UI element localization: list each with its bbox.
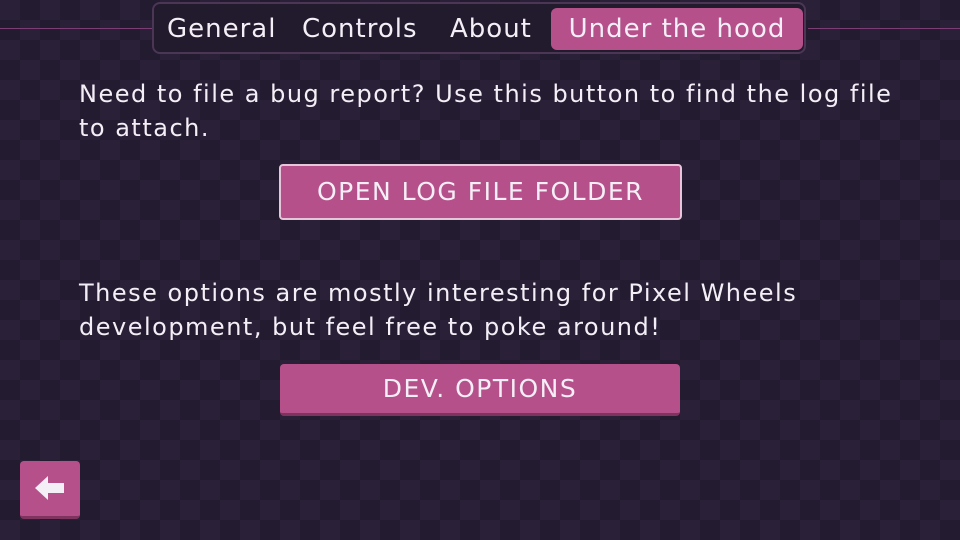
header-divider-left <box>0 28 152 29</box>
open-log-file-folder-button[interactable]: OPEN LOG FILE FOLDER <box>279 164 682 220</box>
tab-about[interactable]: About <box>450 8 532 50</box>
dev-options-button[interactable]: DEV. OPTIONS <box>280 364 680 416</box>
arrow-left-icon <box>35 476 64 500</box>
log-description: Need to file a bug report? Use this butt… <box>79 80 893 142</box>
tab-under-the-hood[interactable]: Under the hood <box>551 8 803 50</box>
tab-general[interactable]: General <box>167 8 276 50</box>
tab-bar: General Controls About Under the hood <box>152 2 806 54</box>
tab-controls[interactable]: Controls <box>302 8 418 50</box>
back-button[interactable] <box>20 461 80 519</box>
dev-description: These options are mostly interesting for… <box>79 279 798 341</box>
header-divider-right <box>808 28 960 29</box>
